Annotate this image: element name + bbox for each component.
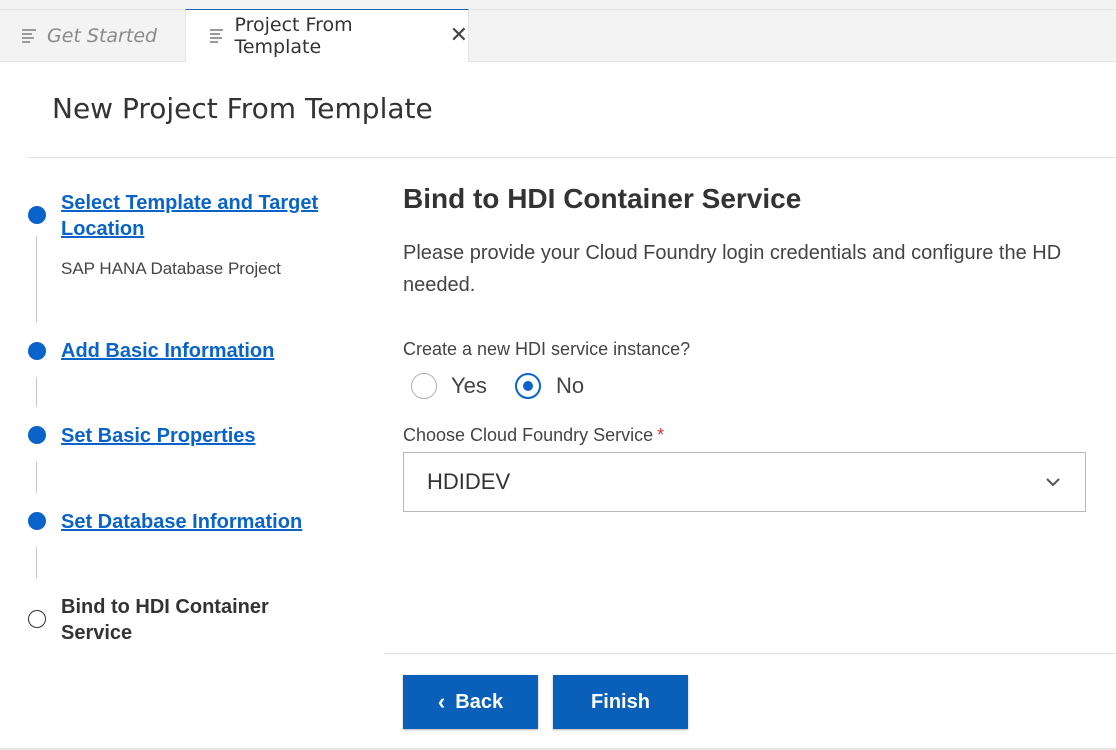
header-divider bbox=[27, 157, 1116, 158]
step-label-line: Select Template and Target bbox=[61, 192, 319, 214]
tab-label: Get Started bbox=[47, 25, 158, 47]
chevron-left-icon: ‹ bbox=[437, 689, 446, 714]
required-marker: * bbox=[657, 425, 665, 445]
finish-button[interactable]: Finish bbox=[553, 675, 688, 729]
description-line: needed. bbox=[403, 274, 476, 296]
create-instance-question: Create a new HDI service instance? bbox=[403, 339, 691, 359]
step-indicator-completed bbox=[28, 512, 46, 530]
radio-no[interactable] bbox=[515, 373, 541, 399]
step-sublabel: SAP HANA Database Project bbox=[61, 259, 281, 278]
tab-label: Project From Template bbox=[234, 14, 353, 58]
section-description: Please provide your Cloud Foundry login … bbox=[403, 237, 1116, 301]
step-link-add-basic-information[interactable]: Add Basic Information bbox=[61, 338, 274, 364]
page-title: New Project From Template bbox=[52, 92, 433, 125]
editor-tab-bar: Get Started Project From Template ✕ bbox=[0, 9, 1116, 62]
radio-yes-label[interactable]: Yes bbox=[451, 373, 487, 399]
document-lines-icon bbox=[22, 27, 36, 45]
back-button-label: Back bbox=[455, 690, 504, 713]
step-link-select-template[interactable]: Select Template and Target Location bbox=[61, 190, 318, 242]
service-field-label: Choose Cloud Foundry Service * bbox=[403, 425, 664, 446]
step-label-line: Service bbox=[61, 622, 133, 644]
document-lines-icon bbox=[210, 27, 224, 45]
step-link-set-database-information[interactable]: Set Database Information bbox=[61, 509, 302, 535]
cloud-foundry-service-select[interactable]: HDIDEV bbox=[403, 452, 1086, 512]
step-label-line: Location bbox=[61, 218, 145, 240]
section-title: Bind to HDI Container Service bbox=[403, 183, 802, 214]
tab-get-started[interactable]: Get Started bbox=[0, 10, 185, 62]
back-button[interactable]: ‹ Back bbox=[403, 675, 538, 729]
footer-divider bbox=[384, 653, 1116, 654]
radio-no-label[interactable]: No bbox=[556, 373, 584, 399]
step-connector bbox=[36, 547, 37, 578]
step-label-current: Bind to HDI Container Service bbox=[61, 594, 269, 646]
select-value: HDIDEV bbox=[427, 469, 511, 494]
radio-yes[interactable] bbox=[411, 373, 437, 399]
service-label-text: Choose Cloud Foundry Service bbox=[403, 425, 654, 445]
step-indicator-completed bbox=[28, 426, 46, 444]
step-label-line: Bind to HDI Container bbox=[61, 596, 269, 618]
step-connector bbox=[36, 236, 37, 322]
window-top-strip bbox=[0, 0, 1116, 9]
step-link-set-basic-properties[interactable]: Set Basic Properties bbox=[61, 423, 256, 449]
step-connector bbox=[36, 462, 37, 493]
step-connector bbox=[36, 377, 37, 407]
description-line: Please provide your Cloud Foundry login … bbox=[403, 242, 1062, 264]
step-indicator-current bbox=[28, 610, 46, 628]
step-indicator-completed bbox=[28, 206, 46, 224]
tab-project-from-template[interactable]: Project From Template ✕ bbox=[185, 9, 469, 62]
finish-button-label: Finish bbox=[591, 690, 650, 713]
step-indicator-completed bbox=[28, 342, 46, 360]
chevron-down-icon bbox=[1046, 478, 1060, 487]
close-icon[interactable]: ✕ bbox=[450, 25, 468, 47]
